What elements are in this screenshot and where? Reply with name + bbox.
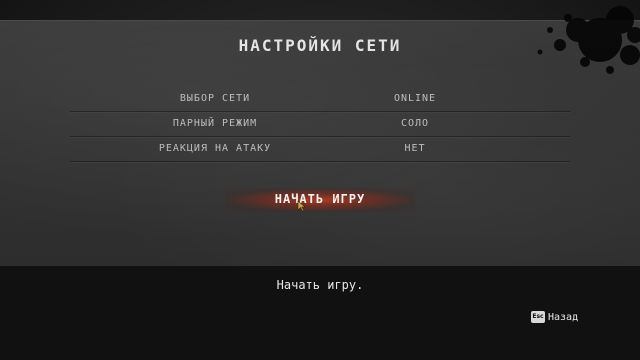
option-value[interactable]: НЕТ — [360, 143, 470, 154]
option-attack-reaction[interactable]: РЕАКЦИЯ НА АТАКУ НЕТ — [70, 141, 570, 162]
option-network-select[interactable]: ВЫБОР СЕТИ ONLINE — [70, 91, 570, 112]
back-button[interactable]: Esc Назад — [531, 310, 578, 324]
option-value[interactable]: СОЛО — [360, 118, 470, 129]
esc-key-icon: Esc — [531, 311, 545, 323]
back-label: Назад — [548, 311, 579, 323]
option-value[interactable]: ONLINE — [360, 93, 470, 104]
cursor-icon — [297, 200, 306, 212]
help-text: Начать игру. — [276, 278, 364, 292]
option-label: ВЫБОР СЕТИ — [179, 93, 251, 104]
option-pair-mode[interactable]: ПАРНЫЙ РЕЖИМ СОЛО — [70, 116, 570, 137]
page-title: НАСТРОЙКИ СЕТИ — [238, 36, 402, 55]
start-game-button[interactable]: НАЧАТЬ ИГРУ — [225, 192, 415, 206]
option-label: РЕАКЦИЯ НА АТАКУ — [158, 143, 272, 154]
game-screen: НАСТРОЙКИ СЕТИ ВЫБОР СЕТИ ONLINE ПАРНЫЙ … — [0, 0, 640, 360]
option-label: ПАРНЫЙ РЕЖИМ — [172, 118, 258, 129]
